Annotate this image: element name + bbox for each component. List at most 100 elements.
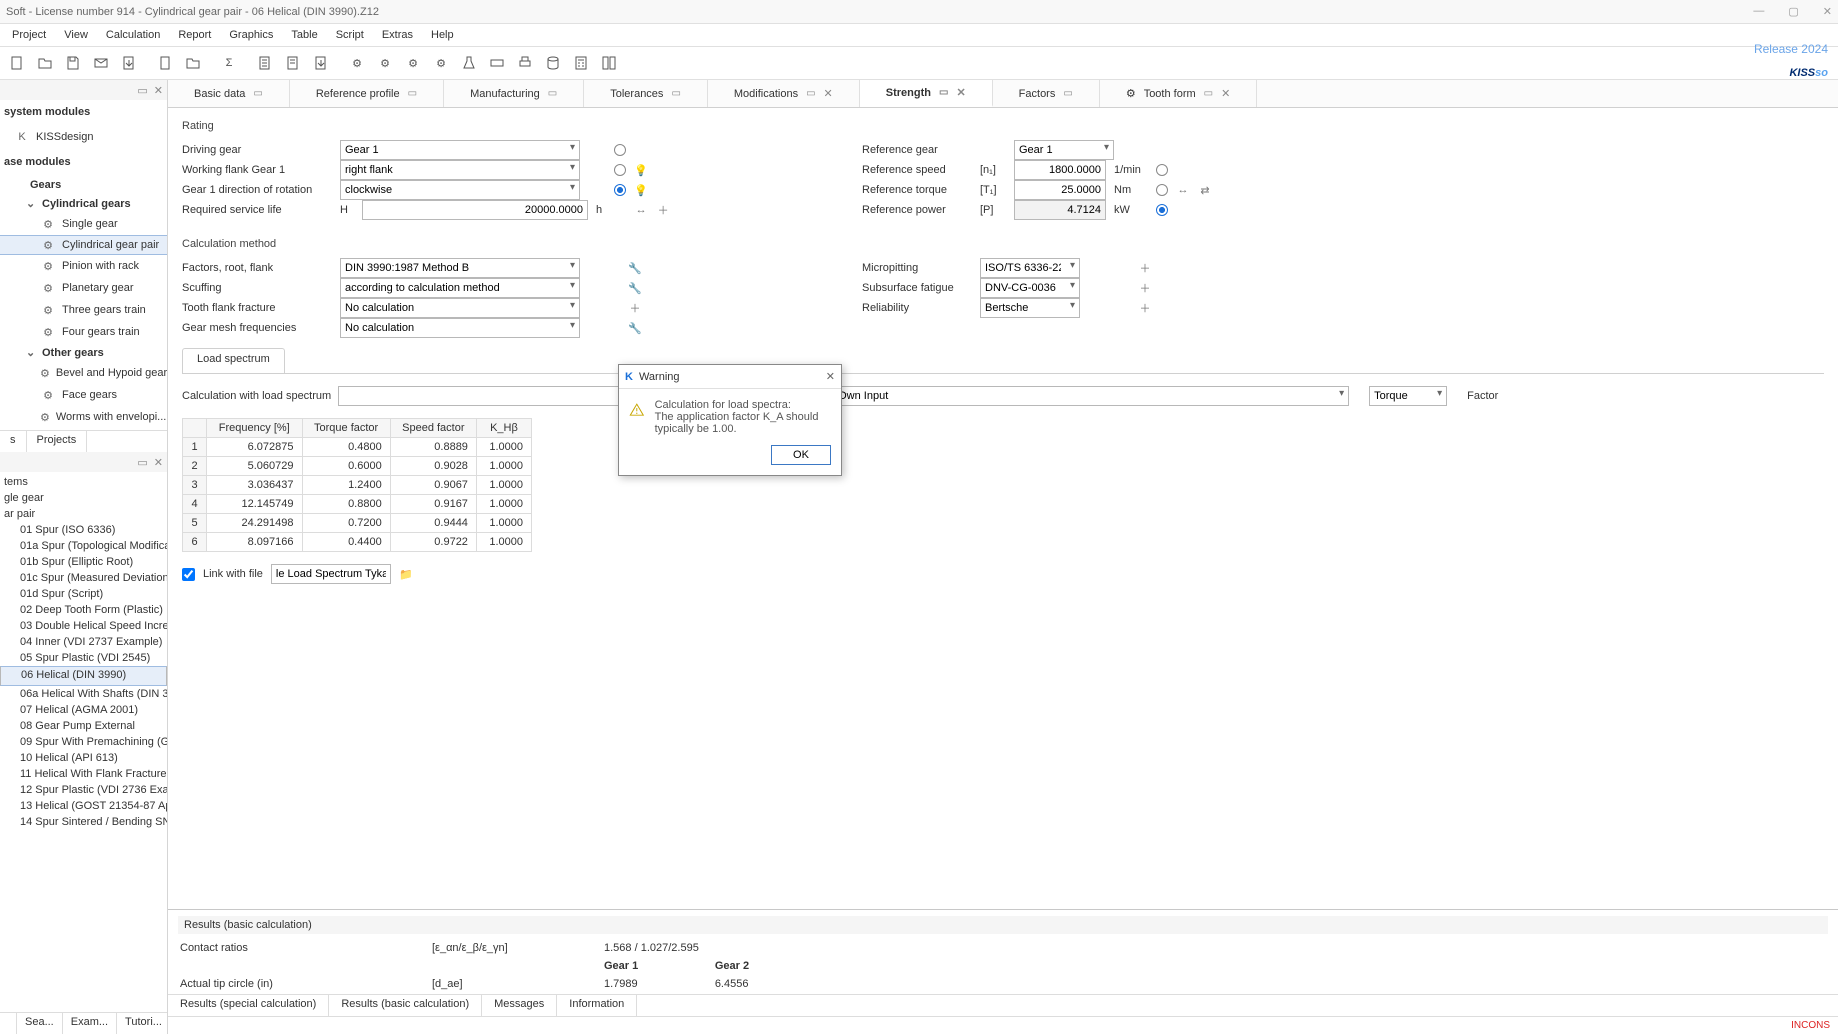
toolbar-db-icon[interactable] bbox=[540, 50, 566, 76]
project-item[interactable]: 01b Spur (Elliptic Root) bbox=[0, 554, 167, 570]
project-item[interactable]: 13 Helical (GOST 21354-87 App... bbox=[0, 798, 167, 814]
toolbar-gear2-icon[interactable]: ⚙ bbox=[372, 50, 398, 76]
pinion-rack-node[interactable]: ⚙Pinion with rack bbox=[0, 255, 167, 277]
table-row[interactable]: 524.2914980.72000.94441.0000 bbox=[183, 514, 532, 533]
toolbar-flask-icon[interactable] bbox=[456, 50, 482, 76]
rotation-radio[interactable] bbox=[614, 184, 626, 196]
project-item[interactable]: 09 Spur With Premachining (Gri... bbox=[0, 734, 167, 750]
toolbar-new-icon[interactable] bbox=[4, 50, 30, 76]
rel-select[interactable]: Bertsche bbox=[980, 298, 1080, 318]
plus-icon[interactable]: ＋ bbox=[656, 203, 670, 217]
menu-help[interactable]: Help bbox=[423, 27, 462, 43]
ls-own-select[interactable]: Own Input bbox=[833, 386, 1349, 406]
toolbar-sigma-icon[interactable]: Σ bbox=[216, 50, 242, 76]
menu-view[interactable]: View bbox=[56, 27, 96, 43]
project-item[interactable]: 01a Spur (Topological Modificati... bbox=[0, 538, 167, 554]
planetary-gear-node[interactable]: ⚙Planetary gear bbox=[0, 277, 167, 299]
main-tab-1[interactable]: Reference profile▭ bbox=[290, 80, 444, 107]
working-flank-select[interactable]: right flank bbox=[340, 160, 580, 180]
main-tab-5[interactable]: Strength▭✕ bbox=[860, 80, 993, 107]
tab-close-icon[interactable]: ✕ bbox=[824, 87, 833, 100]
main-tab-3[interactable]: Tolerances▭ bbox=[584, 80, 708, 107]
project-item[interactable]: 14 Spur Sintered / Bending SN C... bbox=[0, 814, 167, 830]
rotation-select[interactable]: clockwise bbox=[340, 180, 580, 200]
project-item[interactable]: 08 Gear Pump External bbox=[0, 718, 167, 734]
table-row[interactable]: 33.0364371.24000.90671.0000 bbox=[183, 476, 532, 495]
three-gears-node[interactable]: ⚙Three gears train bbox=[0, 299, 167, 321]
main-tab-7[interactable]: ⚙Tooth form▭✕ bbox=[1100, 80, 1258, 107]
gmf-select[interactable]: No calculation bbox=[340, 318, 580, 338]
ref-torque-input[interactable] bbox=[1014, 180, 1106, 200]
ref-speed-input[interactable] bbox=[1014, 160, 1106, 180]
project-item[interactable]: 10 Helical (API 613) bbox=[0, 750, 167, 766]
ref-speed-radio[interactable] bbox=[1156, 164, 1168, 176]
tab-popout-icon[interactable]: ▭ bbox=[1063, 88, 1072, 99]
left-tabB-2[interactable]: Exam... bbox=[63, 1013, 117, 1034]
toolbar-gear1-icon[interactable]: ⚙ bbox=[344, 50, 370, 76]
toolbar-layout-icon[interactable] bbox=[596, 50, 622, 76]
toolbar-mail-icon[interactable] bbox=[88, 50, 114, 76]
scuffing-select[interactable]: according to calculation method bbox=[340, 278, 580, 298]
tab-popout-icon[interactable]: ▭ bbox=[1204, 88, 1213, 99]
ls-torque-select[interactable]: Torque bbox=[1369, 386, 1447, 406]
micro-select[interactable]: ISO/TS 6336-22 bbox=[980, 258, 1080, 278]
project-item[interactable]: 01d Spur (Script) bbox=[0, 586, 167, 602]
tab-popout-icon[interactable]: ▭ bbox=[939, 87, 948, 98]
gmf-wrench-icon[interactable]: 🔧 bbox=[628, 321, 642, 335]
swap-icon[interactable]: ↔ bbox=[634, 203, 648, 217]
other-gears-node[interactable]: ⌄Other gears bbox=[0, 343, 167, 362]
rotation-bulb-icon[interactable]: 💡 bbox=[634, 183, 648, 197]
torque-swap-icon[interactable]: ↔ bbox=[1176, 183, 1190, 197]
project-item[interactable]: 06a Helical With Shafts (DIN 39... bbox=[0, 686, 167, 702]
tab-popout-icon[interactable]: ▭ bbox=[671, 88, 680, 99]
main-tab-6[interactable]: Factors▭ bbox=[993, 80, 1100, 107]
menu-calculation[interactable]: Calculation bbox=[98, 27, 168, 43]
tab-popout-icon[interactable]: ▭ bbox=[548, 88, 557, 99]
project-item[interactable]: 11 Helical With Flank Fracture (... bbox=[0, 766, 167, 782]
left-tabA-1[interactable]: Projects bbox=[27, 431, 88, 452]
tab-close-icon[interactable]: ✕ bbox=[956, 86, 965, 99]
panel-close-icon[interactable]: ✕ bbox=[154, 84, 163, 97]
main-tab-4[interactable]: Modifications▭✕ bbox=[708, 80, 860, 107]
toolbar-gear3-icon[interactable]: ⚙ bbox=[400, 50, 426, 76]
working-flank-radio[interactable] bbox=[614, 164, 626, 176]
scuffing-wrench-icon[interactable]: 🔧 bbox=[628, 281, 642, 295]
tff-select[interactable]: No calculation bbox=[340, 298, 580, 318]
project-item[interactable]: 01c Spur (Measured Deviation) bbox=[0, 570, 167, 586]
driving-gear-radio[interactable] bbox=[614, 144, 626, 156]
project-item[interactable]: 02 Deep Tooth Form (Plastic) bbox=[0, 602, 167, 618]
project-item[interactable]: 07 Helical (AGMA 2001) bbox=[0, 702, 167, 718]
table-row[interactable]: 25.0607290.60000.90281.0000 bbox=[183, 457, 532, 476]
warning-close-icon[interactable]: ✕ bbox=[826, 370, 835, 383]
warning-ok-button[interactable]: OK bbox=[771, 445, 831, 465]
working-flank-bulb-icon[interactable]: 💡 bbox=[634, 163, 648, 177]
btab-3[interactable]: Information bbox=[557, 995, 637, 1016]
menu-table[interactable]: Table bbox=[283, 27, 325, 43]
micro-plus-icon[interactable]: ＋ bbox=[1138, 261, 1152, 275]
factors-select[interactable]: DIN 3990:1987 Method B bbox=[340, 258, 580, 278]
tab-popout-icon[interactable]: ▭ bbox=[253, 88, 262, 99]
close-window-button[interactable]: ✕ bbox=[1823, 5, 1832, 18]
toolbar-tol-icon[interactable] bbox=[484, 50, 510, 76]
menu-report[interactable]: Report bbox=[170, 27, 219, 43]
toolbar-gear4-icon[interactable]: ⚙ bbox=[428, 50, 454, 76]
left-tabB-3[interactable]: Tutori... bbox=[117, 1013, 167, 1034]
face-gears-node[interactable]: ⚙Face gears bbox=[0, 384, 167, 406]
link-file-browse-icon[interactable]: 📁 bbox=[399, 567, 413, 581]
service-life-input[interactable] bbox=[362, 200, 588, 220]
kissdesign-node[interactable]: KKISSdesign bbox=[0, 126, 167, 148]
btab-2[interactable]: Messages bbox=[482, 995, 557, 1016]
toolbar-export-icon[interactable] bbox=[116, 50, 142, 76]
left-tabB-1[interactable]: Sea... bbox=[17, 1013, 63, 1034]
ref-power-radio[interactable] bbox=[1156, 204, 1168, 216]
project-item[interactable]: 03 Double Helical Speed Increa... bbox=[0, 618, 167, 634]
table-row[interactable]: 68.0971660.44000.97221.0000 bbox=[183, 533, 532, 552]
maximize-button[interactable]: ▢ bbox=[1788, 5, 1798, 18]
ref-gear-select[interactable]: Gear 1 bbox=[1014, 140, 1114, 160]
single-gear-node[interactable]: ⚙Single gear bbox=[0, 213, 167, 235]
tff-plus-icon[interactable]: ＋ bbox=[628, 301, 642, 315]
link-file-input[interactable] bbox=[271, 564, 391, 584]
main-tab-0[interactable]: Basic data▭ bbox=[168, 80, 290, 107]
project-item[interactable]: 06 Helical (DIN 3990) bbox=[0, 666, 167, 686]
bevel-node[interactable]: ⚙Bevel and Hypoid gears bbox=[0, 362, 167, 384]
